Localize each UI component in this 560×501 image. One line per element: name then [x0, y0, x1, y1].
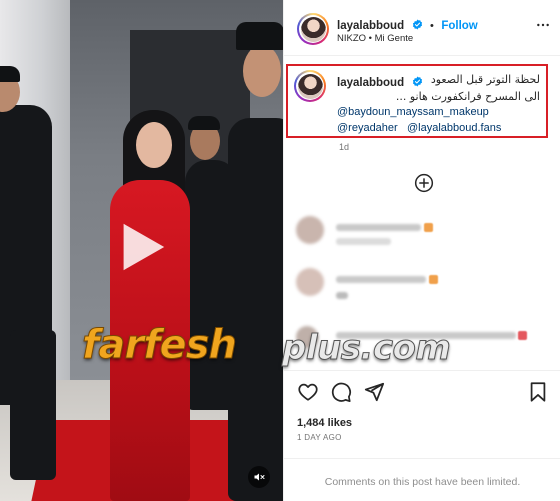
post-date: 1 DAY AGO [297, 433, 342, 442]
post-age: 1d [339, 142, 350, 152]
guard-right-cap [236, 22, 283, 50]
follow-button[interactable]: Follow [441, 20, 477, 32]
post-video[interactable] [0, 0, 283, 501]
caption-text-line1: لحظة التوتر قبل الصعود [430, 73, 540, 86]
more-options-icon[interactable] [535, 17, 551, 33]
comment-avatar [296, 326, 318, 348]
action-bar [284, 370, 560, 412]
performer-face [136, 122, 172, 168]
post-header: layalabboud • Follow NIKZO • Mi Gente [284, 0, 560, 56]
comments-limited-notice: Comments on this post have been limited. [324, 476, 521, 488]
verified-badge-icon [412, 76, 422, 87]
heart-icon[interactable] [297, 381, 319, 403]
guard-left-cap [0, 66, 20, 82]
author-avatar[interactable] [297, 13, 329, 45]
comment-icon[interactable] [330, 381, 352, 403]
audio-track-link[interactable]: NIKZO • Mi Gente [337, 33, 413, 44]
comment-item [296, 326, 546, 358]
likes-count[interactable]: 1,484 likes [297, 417, 352, 429]
mention-link-reyadaher[interactable]: @reyadaher [337, 122, 398, 134]
comment-item [296, 268, 546, 300]
verified-badge-icon [412, 19, 422, 30]
plus-circle-icon[interactable] [414, 173, 434, 193]
mention-link-makeup[interactable]: @baydoun_mayssam_makeup [337, 106, 489, 118]
mention-link-fans[interactable]: @layalabboud.fans [407, 122, 501, 134]
author-username[interactable]: layalabboud [337, 20, 404, 32]
comment-avatar [296, 268, 324, 296]
send-icon[interactable] [363, 381, 385, 403]
muted-speaker-icon[interactable] [248, 466, 270, 488]
bookmark-icon[interactable] [527, 381, 549, 403]
author-line: layalabboud • Follow [337, 19, 478, 32]
guard-right-head [243, 45, 281, 97]
caption-text-line2: ... الى المسرح فرانكفورت هانو [395, 90, 540, 103]
post-details-panel: layalabboud • Follow NIKZO • Mi Gente la… [283, 0, 560, 501]
comment-item [296, 216, 546, 248]
caption-author-avatar[interactable] [294, 70, 326, 102]
security-guard-right [228, 118, 283, 501]
play-icon[interactable] [112, 218, 170, 276]
caption-author: layalabboud [337, 73, 423, 91]
comment-avatar [296, 216, 324, 244]
comments-footer: Comments on this post have been limited. [284, 458, 560, 501]
guard-left-legs [10, 330, 56, 480]
guard-center-cap [188, 116, 220, 130]
caption-username[interactable]: layalabboud [337, 77, 404, 89]
